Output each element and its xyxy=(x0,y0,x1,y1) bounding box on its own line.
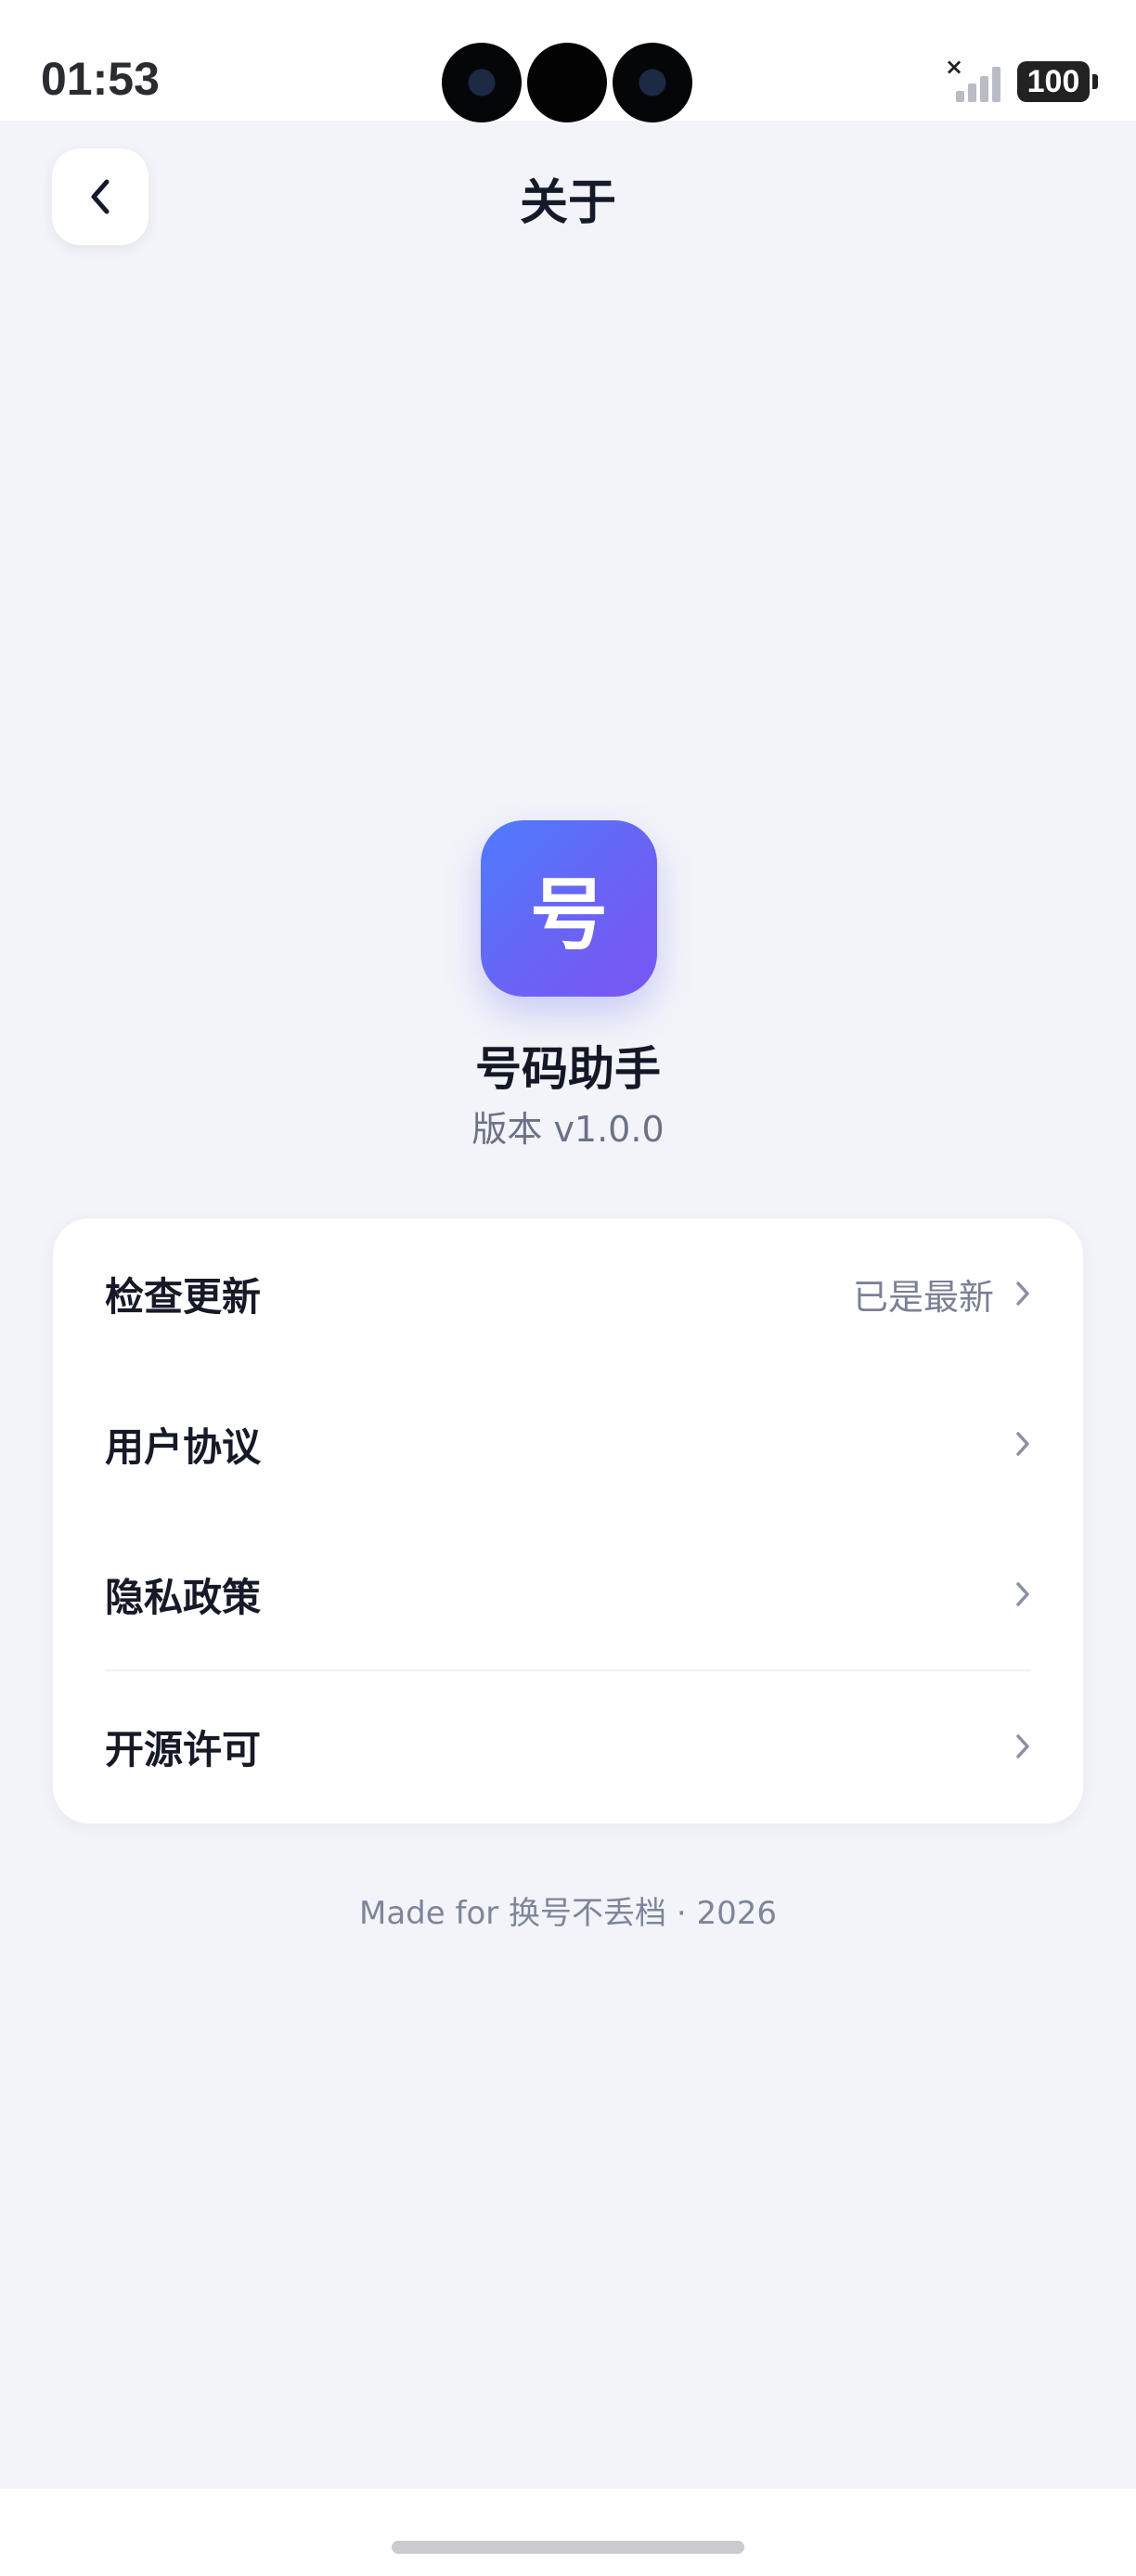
update-status: 已是最新 xyxy=(852,1276,994,1318)
battery-icon: 100 xyxy=(1017,61,1098,102)
camera-sensor-icon xyxy=(527,43,607,122)
bottom-safe-area xyxy=(0,2489,1136,2576)
camera-lens-icon xyxy=(442,43,522,122)
chevron-right-icon xyxy=(1016,1734,1029,1758)
menu-item-user-agreement[interactable]: 用户协议 xyxy=(105,1369,1031,1519)
app-icon: 号 xyxy=(481,820,657,997)
menu-item-label: 隐私政策 xyxy=(105,1574,262,1620)
footer-credit: Made for 换号不丢档 · 2026 xyxy=(359,1895,777,1932)
home-indicator[interactable] xyxy=(392,2541,744,2554)
app-name: 号码助手 xyxy=(475,1042,661,1096)
page-title: 关于 xyxy=(519,175,616,231)
status-time: 01:53 xyxy=(41,53,160,105)
chevron-right-icon xyxy=(1016,1282,1029,1306)
status-bar: 01:53 × 100 xyxy=(0,0,1136,122)
menu-item-label: 检查更新 xyxy=(105,1273,262,1320)
camera-cutout xyxy=(442,43,692,122)
chevron-right-icon xyxy=(1016,1582,1029,1606)
status-indicators: × 100 xyxy=(945,54,1098,102)
chevron-right-icon xyxy=(1016,1432,1029,1456)
signal-off-icon: × xyxy=(945,54,1004,102)
menu-item-check-update[interactable]: 检查更新 已是最新 xyxy=(105,1218,1031,1369)
menu-item-open-source-licenses[interactable]: 开源许可 xyxy=(105,1671,1031,1822)
menu-item-privacy-policy[interactable]: 隐私政策 xyxy=(105,1519,1031,1669)
app-version: 版本 v1.0.0 xyxy=(471,1109,665,1150)
camera-lens-icon xyxy=(613,43,692,122)
menu-item-label: 开源许可 xyxy=(105,1726,262,1772)
menu-item-label: 用户协议 xyxy=(105,1423,262,1470)
app-icon-glyph: 号 xyxy=(529,869,608,960)
about-menu-card: 检查更新 已是最新 用户协议 隐私政策 开源许可 xyxy=(52,1217,1084,1824)
about-page: 01:53 × 100 关于 号 号码助手 版本 v1.0.0 检查更新 已是最… xyxy=(0,0,1136,2576)
